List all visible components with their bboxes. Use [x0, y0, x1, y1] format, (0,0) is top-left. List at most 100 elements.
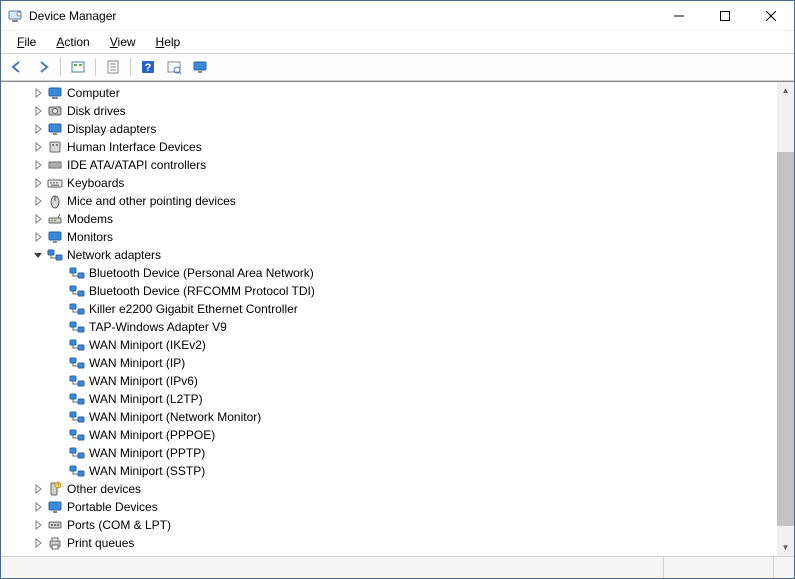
menu-file[interactable]: File — [9, 33, 44, 51]
disk-icon — [47, 103, 63, 119]
expander-icon[interactable] — [31, 518, 45, 532]
maximize-button[interactable] — [702, 1, 748, 30]
network-icon — [47, 247, 63, 263]
tree-category-label: Print queues — [67, 536, 134, 550]
tree-category-computer[interactable]: Computer — [7, 84, 777, 102]
tree-category-other[interactable]: ? Other devices — [7, 480, 777, 498]
tree-category-portable[interactable]: Portable Devices — [7, 498, 777, 516]
toolbar-show-hidden-button[interactable] — [66, 56, 90, 78]
tree-category-label: Monitors — [67, 230, 113, 244]
network-icon — [69, 283, 85, 299]
tree-category-modems[interactable]: Modems — [7, 210, 777, 228]
expander-icon[interactable] — [31, 104, 45, 118]
statusbar — [1, 556, 794, 578]
toolbar-monitor-button[interactable] — [188, 56, 212, 78]
tree-device-label: Bluetooth Device (Personal Area Network) — [89, 266, 314, 280]
toolbar-separator — [95, 58, 96, 76]
menu-action[interactable]: Action — [48, 33, 97, 51]
scroll-up-button[interactable]: ▲ — [777, 82, 794, 99]
toolbar-properties-button[interactable] — [101, 56, 125, 78]
printer-icon — [47, 535, 63, 551]
tree-device-item[interactable]: WAN Miniport (IKEv2) — [7, 336, 777, 354]
tree-category-label: Network adapters — [67, 248, 161, 262]
vertical-scrollbar[interactable]: ▲ ▼ — [777, 82, 794, 556]
tree-category-ports[interactable]: Ports (COM & LPT) — [7, 516, 777, 534]
toolbar-back-button[interactable] — [5, 56, 29, 78]
mouse-icon — [47, 193, 63, 209]
tree-device-item[interactable]: WAN Miniport (L2TP) — [7, 390, 777, 408]
minimize-button[interactable] — [656, 1, 702, 30]
tree-wrap: Computer Disk drivesDisplay adapters Human… — [1, 82, 794, 556]
expander-icon[interactable] — [31, 482, 45, 496]
tree-category-label: Computer — [67, 86, 120, 100]
tree-device-item[interactable]: TAP-Windows Adapter V9 — [7, 318, 777, 336]
tree-device-item[interactable]: WAN Miniport (IPv6) — [7, 372, 777, 390]
tree-device-item[interactable]: WAN Miniport (PPTP) — [7, 444, 777, 462]
tree-device-label: WAN Miniport (L2TP) — [89, 392, 203, 406]
tree-category-display-adapters[interactable]: Display adapters — [7, 120, 777, 138]
content-area: Computer Disk drivesDisplay adapters Human… — [1, 81, 794, 556]
tree-category-label: Portable Devices — [67, 500, 158, 514]
scroll-thumb[interactable] — [777, 152, 794, 526]
portable-icon — [47, 499, 63, 515]
modem-icon — [47, 211, 63, 227]
tree-category-keyboards[interactable]: Keyboards — [7, 174, 777, 192]
menu-view[interactable]: View — [102, 33, 144, 51]
expander-icon[interactable] — [31, 248, 45, 262]
tree-device-item[interactable]: Bluetooth Device (Personal Area Network) — [7, 264, 777, 282]
other-icon: ? — [47, 481, 63, 497]
tree-device-item[interactable]: Killer e2200 Gigabit Ethernet Controller — [7, 300, 777, 318]
toolbar-forward-button[interactable] — [31, 56, 55, 78]
tree-device-label: TAP-Windows Adapter V9 — [89, 320, 227, 334]
tree-category-monitors[interactable]: Monitors — [7, 228, 777, 246]
ports-icon — [47, 517, 63, 533]
tree-category-disk-drives[interactable]: Disk drives — [7, 102, 777, 120]
menubar: File Action View Help — [1, 31, 794, 53]
keyboard-icon — [47, 175, 63, 191]
device-tree[interactable]: Computer Disk drivesDisplay adapters Human… — [1, 82, 777, 556]
tree-device-item[interactable]: WAN Miniport (PPPOE) — [7, 426, 777, 444]
tree-device-label: Bluetooth Device (RFCOMM Protocol TDI) — [89, 284, 315, 298]
expander-icon[interactable] — [31, 536, 45, 550]
tree-category-network[interactable]: Network adapters — [7, 246, 777, 264]
tree-device-label: WAN Miniport (IKEv2) — [89, 338, 206, 352]
menu-help[interactable]: Help — [148, 33, 189, 51]
toolbar-help-button[interactable]: ? — [136, 56, 160, 78]
tree-device-label: WAN Miniport (IPv6) — [89, 374, 198, 388]
statusbar-cell — [774, 557, 794, 578]
tree-device-item[interactable]: WAN Miniport (SSTP) — [7, 462, 777, 480]
scroll-track[interactable] — [777, 99, 794, 539]
tree-device-item[interactable]: WAN Miniport (IP) — [7, 354, 777, 372]
expander-icon[interactable] — [31, 140, 45, 154]
expander-icon[interactable] — [31, 122, 45, 136]
tree-device-item[interactable]: Bluetooth Device (RFCOMM Protocol TDI) — [7, 282, 777, 300]
monitor-icon — [47, 229, 63, 245]
scroll-down-button[interactable]: ▼ — [777, 539, 794, 556]
tree-category-label: Keyboards — [67, 176, 124, 190]
window-controls — [656, 1, 794, 30]
tree-category-ide[interactable]: IDE ATA/ATAPI controllers — [7, 156, 777, 174]
expander-icon[interactable] — [31, 176, 45, 190]
tree-device-item[interactable]: WAN Miniport (Network Monitor) — [7, 408, 777, 426]
svg-text:?: ? — [145, 62, 152, 74]
tree-category-print-queues[interactable]: Print queues — [7, 534, 777, 552]
expander-icon[interactable] — [31, 212, 45, 226]
network-icon — [69, 319, 85, 335]
svg-text:?: ? — [57, 484, 60, 490]
toolbar-scan-button[interactable] — [162, 56, 186, 78]
display-icon — [47, 121, 63, 137]
tree-category-label: Other devices — [67, 482, 141, 496]
expander-icon[interactable] — [31, 230, 45, 244]
expander-icon[interactable] — [31, 86, 45, 100]
tree-device-label: WAN Miniport (PPTP) — [89, 446, 205, 460]
close-button[interactable] — [748, 1, 794, 30]
tree-category-mice[interactable]: Mice and other pointing devices — [7, 192, 777, 210]
network-icon — [69, 463, 85, 479]
tree-category-hid[interactable]: Human Interface Devices — [7, 138, 777, 156]
expander-icon[interactable] — [31, 158, 45, 172]
expander-icon[interactable] — [31, 500, 45, 514]
expander-icon[interactable] — [31, 194, 45, 208]
tree-category-label: Human Interface Devices — [67, 140, 202, 154]
device-manager-window: Device Manager File Action View Help — [0, 0, 795, 579]
window-title: Device Manager — [29, 9, 656, 23]
